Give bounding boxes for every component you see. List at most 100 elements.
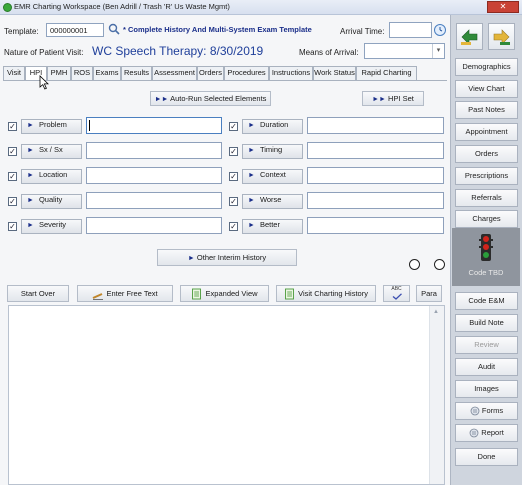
tab-work-status[interactable]: Work Status	[313, 66, 356, 80]
orders-button[interactable]: Orders	[455, 145, 518, 163]
auto-run-button[interactable]: ►► Auto-Run Selected Elements	[150, 91, 271, 106]
para-button[interactable]: Para	[416, 285, 442, 302]
forms-button[interactable]: Forms	[455, 402, 518, 420]
charges-button[interactable]: Charges	[455, 210, 518, 228]
severity-field[interactable]	[86, 217, 222, 234]
images-button[interactable]: Images	[455, 380, 518, 398]
template-label: Template:	[4, 27, 39, 36]
timing-checkbox[interactable]: ✓	[229, 147, 238, 156]
worse-button[interactable]: ► Worse	[242, 194, 303, 209]
duration-checkbox[interactable]: ✓	[229, 122, 238, 131]
visit-charting-history-label: Visit Charting History	[298, 289, 368, 298]
tab-instructions[interactable]: Instructions	[269, 66, 313, 80]
nature-label: Nature of Patient Visit:	[4, 48, 84, 57]
quality-checkbox[interactable]: ✓	[8, 197, 17, 206]
worse-field[interactable]	[307, 192, 444, 209]
severity-button[interactable]: ► Severity	[21, 219, 82, 234]
timing-field[interactable]	[307, 142, 444, 159]
enter-free-text-button[interactable]: Enter Free Text	[77, 285, 173, 302]
context-checkbox[interactable]: ✓	[229, 172, 238, 181]
search-icon[interactable]	[108, 23, 120, 38]
past-notes-button[interactable]: Past Notes	[455, 101, 518, 119]
duration-field[interactable]	[307, 117, 444, 134]
pencil-icon	[92, 290, 104, 300]
tab-procedures[interactable]: Procedures	[224, 66, 269, 80]
quality-button[interactable]: ► Quality	[21, 194, 82, 209]
sx-checkbox[interactable]: ✓	[8, 147, 17, 156]
severity-label: Severity	[38, 220, 67, 229]
code-tbd-label: Code TBD	[468, 268, 504, 277]
history-document-icon	[284, 288, 296, 300]
view-chart-button[interactable]: View Chart	[455, 80, 518, 98]
done-button[interactable]: Done	[455, 448, 518, 466]
tab-rapid-charting[interactable]: Rapid Charting	[356, 66, 417, 80]
double-arrow-icon: ►►	[372, 96, 386, 103]
sx-field[interactable]	[86, 142, 222, 159]
context-field[interactable]	[307, 167, 444, 184]
duration-button[interactable]: ► Duration	[242, 119, 303, 134]
scroll-up-icon[interactable]: ▲	[433, 309, 439, 315]
referrals-button[interactable]: Referrals	[455, 189, 518, 207]
demographics-button[interactable]: Demographics	[455, 58, 518, 76]
code-tbd-panel[interactable]: Code TBD	[452, 228, 520, 286]
text-area-scrollbar[interactable]: ▲	[429, 306, 444, 484]
better-button[interactable]: ► Better	[242, 219, 303, 234]
tab-ros[interactable]: ROS	[71, 66, 93, 80]
better-field[interactable]	[307, 217, 444, 234]
tab-results[interactable]: Results	[121, 66, 152, 80]
context-label: Context	[259, 170, 286, 179]
navigate-back-button[interactable]	[456, 23, 483, 50]
severity-checkbox[interactable]: ✓	[8, 222, 17, 231]
location-checkbox[interactable]: ✓	[8, 172, 17, 181]
visit-charting-history-button[interactable]: Visit Charting History	[276, 285, 376, 302]
means-of-arrival-label: Means of Arrival:	[299, 48, 359, 57]
review-button[interactable]: Review	[455, 336, 518, 354]
tab-divider	[3, 80, 447, 81]
arrival-time-field[interactable]	[389, 22, 432, 38]
arrow-icon: ►	[248, 222, 255, 229]
chevron-down-icon[interactable]: ▾	[432, 44, 444, 58]
arrow-icon: ►	[27, 122, 34, 129]
better-label: Better	[259, 220, 280, 229]
spell-check-button[interactable]: ABC	[383, 285, 410, 302]
other-interim-history-button[interactable]: ► Other Interim History	[157, 249, 297, 266]
tab-exams[interactable]: Exams	[93, 66, 121, 80]
location-button[interactable]: ► Location	[21, 169, 82, 184]
tab-visit[interactable]: Visit	[3, 66, 25, 80]
prescriptions-button[interactable]: Prescriptions	[455, 167, 518, 185]
appointment-button[interactable]: Appointment	[455, 123, 518, 141]
tab-orders[interactable]: Orders	[197, 66, 224, 80]
navigate-forward-button[interactable]	[488, 23, 515, 50]
arrow-icon: ►	[248, 172, 255, 179]
context-button[interactable]: ► Context	[242, 169, 303, 184]
code-em-button[interactable]: Code E&M	[455, 292, 518, 310]
problem-checkbox[interactable]: ✓	[8, 122, 17, 131]
expanded-view-button[interactable]: Expanded View	[180, 285, 269, 302]
start-over-button[interactable]: Start Over	[7, 285, 69, 302]
problem-field[interactable]	[86, 117, 222, 134]
problem-button[interactable]: ► Problem	[21, 119, 82, 134]
clock-icon[interactable]	[434, 24, 446, 36]
radio-option-2[interactable]	[434, 259, 445, 270]
radio-option-1[interactable]	[409, 259, 420, 270]
better-checkbox[interactable]: ✓	[229, 222, 238, 231]
audit-button[interactable]: Audit	[455, 358, 518, 376]
auto-run-label: Auto-Run Selected Elements	[170, 94, 267, 103]
location-field[interactable]	[86, 167, 222, 184]
sx-button[interactable]: ► Sx / Sx	[21, 144, 82, 159]
tab-pmh[interactable]: PMH	[47, 66, 71, 80]
template-id-field[interactable]: 000000001	[46, 23, 104, 37]
worse-checkbox[interactable]: ✓	[229, 197, 238, 206]
build-note-button[interactable]: Build Note	[455, 314, 518, 332]
hpi-set-button[interactable]: ►► HPI Set	[362, 91, 424, 106]
timing-button[interactable]: ► Timing	[242, 144, 303, 159]
report-icon	[469, 428, 479, 438]
note-text-area[interactable]	[8, 305, 445, 485]
traffic-light-icon	[479, 234, 493, 261]
quality-field[interactable]	[86, 192, 222, 209]
report-button[interactable]: Report	[455, 424, 518, 442]
close-button[interactable]: ✕	[487, 1, 519, 13]
tab-assessment[interactable]: Assessment	[152, 66, 197, 80]
back-arrow-icon	[461, 29, 478, 45]
arrow-icon: ►	[248, 147, 255, 154]
